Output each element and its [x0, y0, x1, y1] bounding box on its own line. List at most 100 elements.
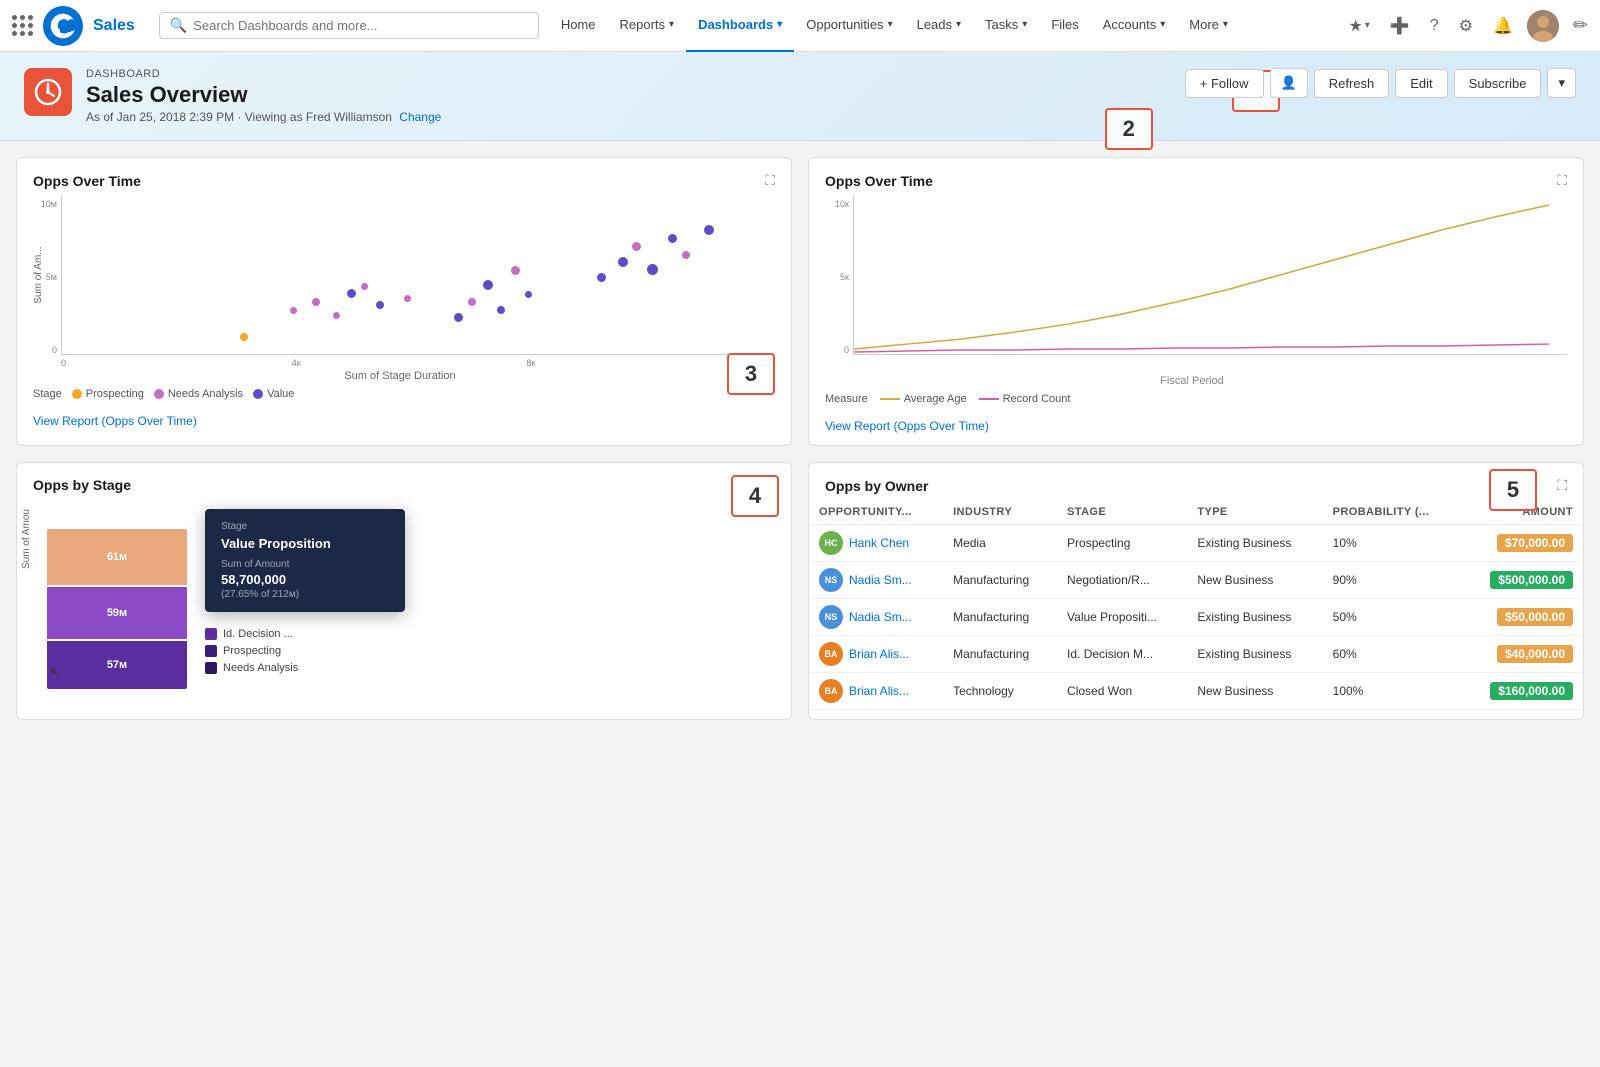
edit-button[interactable]: Edit [1395, 69, 1447, 98]
cell-probability: 90% [1323, 562, 1461, 599]
table-row: BA Brian Alis... Technology Closed Won N… [809, 673, 1583, 710]
salesforce-logo[interactable] [43, 6, 83, 46]
view-report-scatter-link[interactable]: View Report (Opps Over Time) [17, 406, 213, 440]
cell-industry: Manufacturing [943, 636, 1057, 673]
stage-chart: Sum of Amou 61м 59м 57м ↖ [17, 499, 791, 719]
name-link[interactable]: Brian Alis... [849, 647, 909, 661]
line-chart: 10к 5к 0 Average... Q3Q3Q4Q3Q4Q2Q [809, 195, 1583, 387]
user-avatar[interactable] [1527, 10, 1559, 42]
avatar: HC [819, 531, 843, 555]
follow-button[interactable]: + Follow [1185, 69, 1264, 98]
y-tick: 5к [840, 272, 849, 282]
amount-badge: $50,000.00 [1497, 608, 1573, 626]
amount-badge: $70,000.00 [1497, 534, 1573, 552]
col-opportunity: OPPORTUNITY... [809, 500, 943, 525]
scatter-dot [312, 298, 320, 306]
name-link[interactable]: Nadia Sm... [849, 573, 912, 587]
legend-stage-label: Stage [33, 388, 62, 400]
cell-probability: 50% [1323, 599, 1461, 636]
subscribe-button[interactable]: Subscribe [1454, 69, 1542, 98]
scatter-plot-area: Sum of Am... [61, 195, 775, 355]
help-button[interactable]: ? [1424, 13, 1445, 39]
x-axis-labels: 0 4к 8к 12к [25, 358, 775, 368]
nav-more[interactable]: More▾ [1177, 0, 1240, 52]
y-axis-label: Sum of Amou [21, 509, 32, 569]
nav-leads[interactable]: Leads▾ [905, 0, 973, 52]
legend-item-record-count: Record Count [979, 393, 1071, 405]
edit-icon[interactable]: ✏ [1573, 15, 1588, 36]
cell-industry: Media [943, 525, 1057, 562]
settings-button[interactable]: ⚙ [1453, 12, 1479, 40]
follow-icon-button[interactable]: 👤 [1270, 68, 1308, 98]
scatter-dot [511, 266, 520, 275]
nav-home[interactable]: Home [549, 0, 608, 52]
change-link[interactable]: Change [399, 110, 441, 124]
cursor-indicator: ↖ [49, 664, 61, 681]
annotation-3: 3 [727, 353, 775, 395]
name-link[interactable]: Brian Alis... [849, 684, 909, 698]
name-link[interactable]: Nadia Sm... [849, 610, 912, 624]
legend-dot [154, 389, 164, 399]
nav-accounts[interactable]: Accounts▾ [1091, 0, 1178, 52]
widget-title: Opps by Owner [825, 478, 928, 494]
nav-files[interactable]: Files [1039, 0, 1090, 52]
stage-bar: 61м [47, 529, 187, 585]
cell-amount: $40,000.00 [1461, 636, 1583, 673]
cell-probability: 100% [1323, 673, 1461, 710]
opps-scatter-widget: Opps Over Time ⛶ 3 10м 5м 0 [16, 157, 792, 446]
avatar-name: NS Nadia Sm... [819, 568, 933, 592]
owner-table: OPPORTUNITY... INDUSTRY STAGE TYPE PROBA… [809, 500, 1583, 710]
bar-group: 61м 59м 57м [47, 529, 187, 689]
cell-type: Existing Business [1187, 525, 1322, 562]
scatter-dot [647, 264, 658, 275]
favorites-button[interactable]: ★ ▾ [1342, 12, 1375, 40]
legend-item-avg-age: Average Age [880, 393, 967, 405]
search-input[interactable] [193, 18, 528, 33]
col-stage: STAGE [1057, 500, 1187, 525]
add-button[interactable]: ➕ [1384, 12, 1416, 40]
cell-amount: $500,000.00 [1461, 562, 1583, 599]
name-link[interactable]: Hank Chen [849, 536, 909, 550]
nav-reports[interactable]: Reports▾ [608, 0, 687, 52]
scatter-dot [525, 291, 532, 298]
nav-opportunities[interactable]: Opportunities▾ [794, 0, 904, 52]
legend-label: Needs Analysis [223, 662, 298, 674]
nav-dashboards[interactable]: Dashboards▾ [686, 0, 794, 52]
legend-item-needs-analysis: Needs Analysis [154, 388, 243, 400]
notifications-button[interactable]: 🔔 [1487, 12, 1519, 40]
legend-line [979, 398, 999, 400]
avatar: NS [819, 605, 843, 629]
legend-line [880, 398, 900, 400]
nav-tasks[interactable]: Tasks▾ [973, 0, 1039, 52]
cell-name: BA Brian Alis... [809, 636, 943, 673]
scatter-dot [333, 312, 340, 319]
nav-links: Home Reports▾ Dashboards▾ Opportunities▾… [549, 0, 1343, 52]
legend-item: Needs Analysis [205, 662, 783, 674]
cell-name: HC Hank Chen [809, 525, 943, 562]
view-report-line-link[interactable]: View Report (Opps Over Time) [809, 411, 1005, 445]
avatar-name: NS Nadia Sm... [819, 605, 933, 629]
bar-label: 57м [107, 659, 127, 671]
legend-label: Average Age [904, 393, 967, 405]
y-tick: 0 [844, 345, 849, 355]
legend-label: Record Count [1003, 393, 1071, 405]
dashboard-label: DASHBOARD [86, 68, 441, 80]
x-axis-label: Sum of Stage Duration [25, 370, 775, 382]
legend-color [205, 662, 217, 674]
y-tick: 0 [52, 345, 57, 355]
opps-stage-widget: Opps by Stage 4 Sum of Amou 61м 59м [16, 462, 792, 720]
refresh-button[interactable]: Refresh [1314, 69, 1390, 98]
cell-name: BA Brian Alis... [809, 673, 943, 710]
cell-industry: Manufacturing [943, 562, 1057, 599]
amount-badge: $160,000.00 [1490, 682, 1573, 700]
expand-icon[interactable]: ⛶ [765, 172, 775, 189]
y-axis: 10к 5к 0 [817, 195, 853, 355]
search-bar[interactable]: 🔍 [159, 12, 539, 39]
expand-icon[interactable]: ⛶ [1557, 477, 1567, 494]
legend-label: Prospecting [223, 645, 281, 657]
dropdown-button[interactable]: ▾ [1547, 68, 1576, 98]
expand-icon[interactable]: ⛶ [1557, 172, 1567, 189]
scatter-dot [632, 242, 641, 251]
chart-legend: Measure Average Age Record Count [809, 387, 1583, 411]
app-grid-button[interactable] [12, 15, 33, 36]
